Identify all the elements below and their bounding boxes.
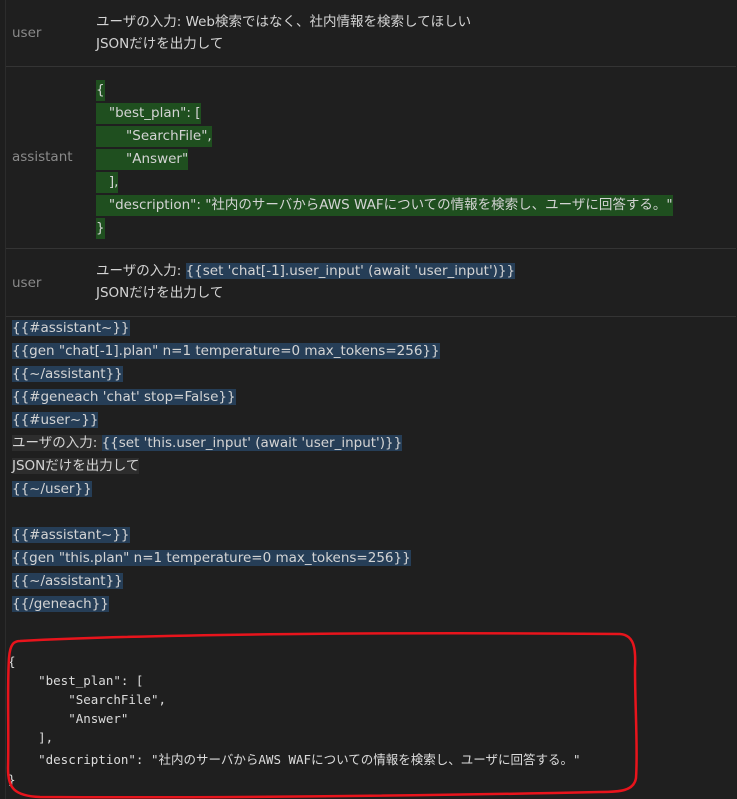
message-text-line: ユーザの入力: {{set 'chat[-1].user_input' (awa… xyxy=(96,261,516,282)
message-text-line: ユーザの入力: Web検索ではなく、社内情報を検索してほしい xyxy=(96,14,472,30)
message-user-2: user ユーザの入力: {{set 'chat[-1].user_input'… xyxy=(6,249,736,317)
template-line: {{gen "chat[-1].plan" n=1 temperature=0 … xyxy=(12,343,440,359)
output-line: } xyxy=(8,772,16,787)
json-line: "Answer" xyxy=(96,149,189,170)
output-line: ], xyxy=(8,730,54,745)
json-line: "best_plan": [ xyxy=(96,103,201,124)
template-line: {{#geneach 'chat' stop=False}} xyxy=(12,389,236,405)
generated-output: { "best_plan": [ "SearchFile", "Answer" … xyxy=(8,652,633,792)
message-user-1: user ユーザの入力: Web検索ではなく、社内情報を検索してほしい JSON… xyxy=(6,0,736,67)
message-assistant: assistant { "best_plan": [ "SearchFile",… xyxy=(6,67,736,249)
template-line: {{#assistant~}} xyxy=(12,527,130,543)
template-line: {{~/assistant}} xyxy=(12,366,123,382)
json-line: } xyxy=(96,218,105,239)
template-line: {{#user~}} xyxy=(12,412,99,428)
message-text-line: JSONだけを出力して xyxy=(96,285,224,301)
output-line: "description": "社内のサーバからAWS WAFについての情報を検… xyxy=(8,752,581,767)
template-line: {{~/user}} xyxy=(12,481,92,497)
template-line: {{#assistant~}} xyxy=(12,320,130,336)
role-label: assistant xyxy=(12,149,73,165)
template-text: JSONだけを出力して xyxy=(12,458,140,474)
output-line: "SearchFile", xyxy=(8,692,167,707)
json-line: ], xyxy=(96,172,119,193)
role-label: user xyxy=(12,275,42,291)
template-line: {{~/assistant}} xyxy=(12,573,123,589)
json-line: "description": "社内のサーバからAWS WAFについての情報を検… xyxy=(96,195,673,216)
json-line: "SearchFile", xyxy=(96,126,212,147)
input-prefix: ユーザの入力: xyxy=(96,263,186,279)
template-line: {{gen "this.plan" n=1 temperature=0 max_… xyxy=(12,550,411,566)
template-line: {{set 'this.user_input' (await 'user_inp… xyxy=(101,435,403,451)
template-line: {{/geneach}} xyxy=(12,596,109,612)
json-line: { xyxy=(96,80,105,101)
output-line: { xyxy=(8,654,16,669)
output-line: "Answer" xyxy=(8,711,129,726)
template-text: ユーザの入力: xyxy=(12,435,102,451)
output-line: "best_plan": [ xyxy=(8,673,144,688)
role-label: user xyxy=(12,25,42,41)
template-code: {{set 'chat[-1].user_input' (await 'user… xyxy=(185,263,516,279)
message-text-line: JSONだけを出力して xyxy=(96,36,224,52)
